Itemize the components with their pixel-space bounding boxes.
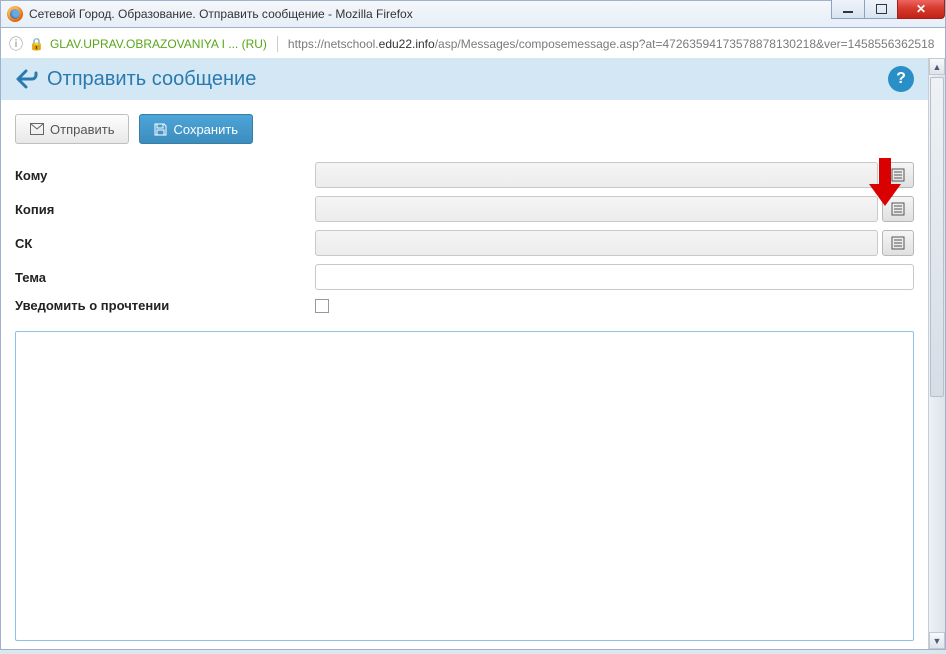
address-book-icon: [891, 202, 905, 216]
save-icon: [154, 123, 167, 136]
firefox-icon: [7, 6, 23, 22]
window-maximize-button[interactable]: [864, 0, 898, 19]
bcc-label: СК: [15, 236, 315, 251]
read-receipt-checkbox[interactable]: [315, 299, 329, 313]
lock-icon: 🔒: [29, 37, 44, 51]
toolbar: Отправить Сохранить: [15, 114, 914, 144]
page-viewport: Отправить сообщение ? Отправить: [0, 58, 946, 650]
envelope-icon: [30, 123, 44, 135]
separator: [277, 36, 278, 52]
url-prefix: https://netschool.: [288, 37, 379, 51]
to-input[interactable]: [315, 162, 878, 188]
bcc-picker-button[interactable]: [882, 230, 914, 256]
scroll-down-button[interactable]: ▼: [929, 632, 945, 649]
window-titlebar: Сетевой Город. Образование. Отправить со…: [0, 0, 946, 28]
url-domain: edu22.info: [379, 37, 435, 51]
scroll-up-button[interactable]: ▲: [929, 58, 945, 75]
send-label: Отправить: [50, 122, 114, 137]
subject-input[interactable]: [315, 264, 914, 290]
bcc-input[interactable]: [315, 230, 878, 256]
send-button[interactable]: Отправить: [15, 114, 129, 144]
to-picker-button[interactable]: [882, 162, 914, 188]
save-label: Сохранить: [173, 122, 238, 137]
window-minimize-button[interactable]: [831, 0, 865, 19]
address-bar[interactable]: ⓘ 🔒 GLAV.UPRAV.OBRAZOVANIYA I ... (RU) h…: [0, 28, 946, 58]
page-title: Отправить сообщение: [47, 68, 256, 91]
vertical-scrollbar[interactable]: ▲ ▼: [928, 58, 945, 649]
help-icon[interactable]: ?: [888, 66, 914, 92]
page-header: Отправить сообщение ?: [1, 58, 928, 100]
read-receipt-label: Уведомить о прочтении: [15, 298, 315, 313]
subject-label: Тема: [15, 270, 315, 285]
scroll-thumb[interactable]: [930, 77, 944, 397]
address-book-icon: [891, 168, 905, 182]
copy-label: Копия: [15, 202, 315, 217]
address-book-icon: [891, 236, 905, 250]
save-button[interactable]: Сохранить: [139, 114, 253, 144]
copy-input[interactable]: [315, 196, 878, 222]
copy-picker-button[interactable]: [882, 196, 914, 222]
url-text: https://netschool.edu22.info/asp/Message…: [288, 37, 937, 51]
to-label: Кому: [15, 168, 315, 183]
scroll-track[interactable]: [929, 75, 945, 632]
info-icon: ⓘ: [9, 34, 23, 54]
window-close-button[interactable]: [897, 0, 945, 19]
message-body-textarea[interactable]: [15, 331, 914, 641]
window-title: Сетевой Город. Образование. Отправить со…: [29, 7, 413, 21]
site-identity: GLAV.UPRAV.OBRAZOVANIYA I ... (RU): [50, 37, 267, 51]
url-path: /asp/Messages/composemessage.asp?at=4726…: [435, 37, 935, 51]
back-arrow-icon[interactable]: [15, 67, 41, 91]
